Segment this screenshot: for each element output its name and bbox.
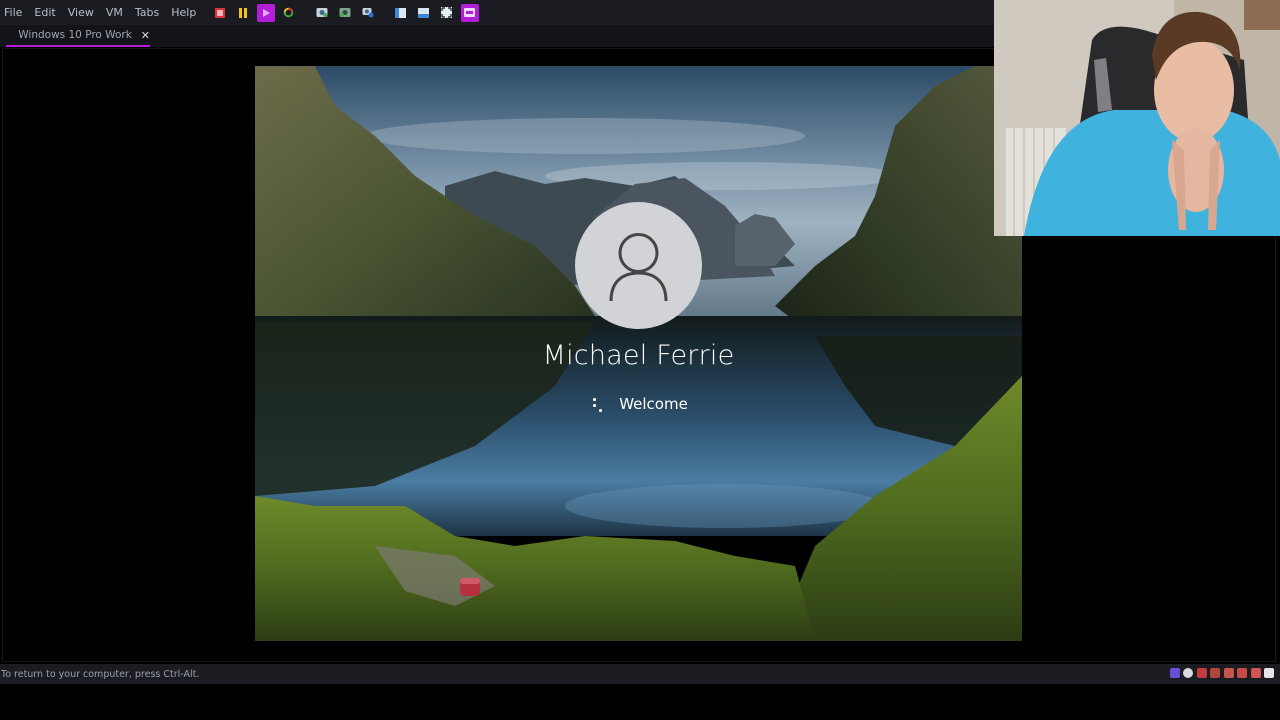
loading-spinner-icon <box>589 394 605 414</box>
status-bar: To return to your computer, press Ctrl-A… <box>0 664 1280 684</box>
menu-vm[interactable]: VM <box>100 0 129 25</box>
full-screen-button[interactable] <box>438 4 456 22</box>
snapshot-manager-button[interactable] <box>359 4 377 22</box>
revert-snapshot-button[interactable] <box>336 4 354 22</box>
webcam-feed-image <box>994 0 1280 236</box>
power-off-button[interactable] <box>211 4 229 22</box>
restart-button[interactable] <box>280 4 298 22</box>
full-screen-icon <box>441 7 453 18</box>
thumbnail-bar-icon <box>418 7 430 18</box>
show-library-icon <box>395 7 407 18</box>
user-avatar <box>575 202 702 329</box>
show-library-button[interactable] <box>392 4 410 22</box>
revert-snapshot-icon <box>339 8 351 17</box>
display-icon[interactable] <box>1250 668 1261 678</box>
unity-icon <box>464 8 476 17</box>
webcam-overlay <box>994 0 1280 236</box>
sound-card-icon[interactable] <box>1223 668 1234 678</box>
snapshot-button[interactable] <box>313 4 331 22</box>
toolbar <box>208 0 481 25</box>
welcome-text: Welcome <box>619 395 688 413</box>
play-button[interactable] <box>256 3 275 22</box>
menu-help[interactable]: Help <box>165 0 202 25</box>
snapshot-manager-icon <box>362 8 374 18</box>
play-icon <box>262 8 270 17</box>
tab-windows-10-pro-work[interactable]: Windows 10 Pro Work ✕ <box>6 25 150 47</box>
usb-icon[interactable] <box>1196 668 1207 678</box>
tab-label: Windows 10 Pro Work <box>18 29 132 41</box>
device-status-icons <box>1166 668 1274 678</box>
cd-dvd-icon[interactable] <box>1183 668 1193 678</box>
release-hint: To return to your computer, press Ctrl-A… <box>1 668 200 680</box>
pause-icon <box>238 7 247 18</box>
welcome-status: Welcome <box>255 394 1022 414</box>
menu-edit[interactable]: Edit <box>28 0 61 25</box>
network-adapter-icon[interactable] <box>1169 668 1180 678</box>
snapshot-icon <box>316 8 328 17</box>
hard-disk-icon[interactable] <box>1210 668 1220 678</box>
thumbnail-bar-button[interactable] <box>415 4 433 22</box>
menu-file[interactable]: File <box>0 0 28 25</box>
message-log-icon[interactable] <box>1264 668 1274 678</box>
user-name: Michael Ferrie <box>542 340 735 371</box>
main-menu: File Edit View VM Tabs Help <box>0 0 202 25</box>
printer-icon[interactable] <box>1237 668 1247 678</box>
power-off-icon <box>214 7 225 18</box>
menu-view[interactable]: View <box>62 0 100 25</box>
unity-button[interactable] <box>460 3 479 22</box>
tab-close-icon[interactable]: ✕ <box>141 29 150 42</box>
restart-icon <box>284 7 294 18</box>
pause-button[interactable] <box>234 4 252 22</box>
windows-lock-screen[interactable]: Michael Ferrie Welcome <box>255 66 1022 641</box>
user-avatar-icon <box>609 233 668 302</box>
menu-tabs[interactable]: Tabs <box>129 0 165 25</box>
